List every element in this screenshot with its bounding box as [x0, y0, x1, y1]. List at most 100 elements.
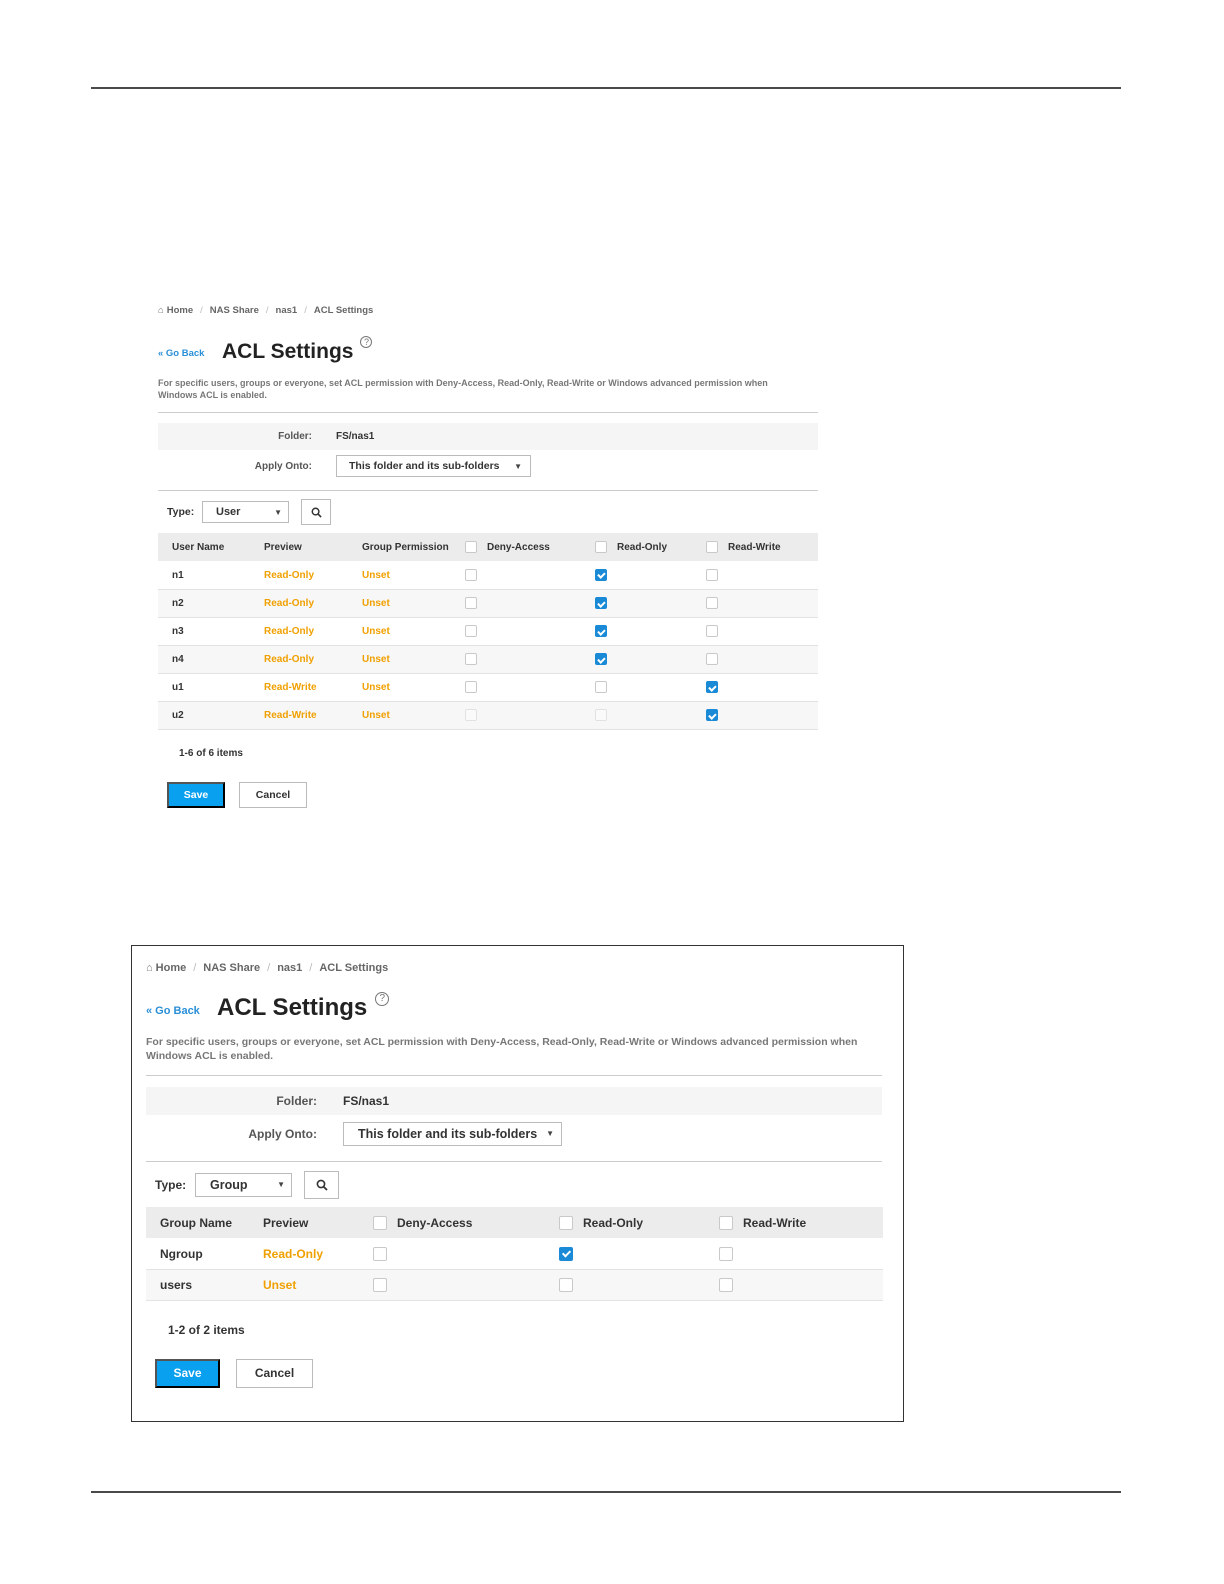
divider	[146, 1161, 882, 1163]
deny-access-cell	[451, 589, 581, 618]
breadcrumb-nas-share[interactable]: NAS Share	[203, 962, 260, 974]
col-user-name[interactable]: User Name	[158, 533, 250, 562]
cancel-button[interactable]: Cancel	[239, 781, 307, 808]
read-write-select-all-checkbox[interactable]	[719, 1216, 733, 1231]
page-bottom-rule	[91, 1491, 1121, 1493]
col-read-write-label: Read-Write	[743, 1216, 807, 1231]
type-filter-row: Type: User ▼	[158, 499, 818, 526]
deny-access-checkbox[interactable]	[373, 1246, 387, 1261]
read-write-cell	[692, 589, 818, 618]
group-permission-cell: Unset	[348, 645, 451, 674]
breadcrumb-home[interactable]: Home	[156, 962, 187, 974]
table-row: n1 Read-Only Unset	[158, 561, 818, 590]
breadcrumb-nas1[interactable]: nas1	[276, 305, 298, 316]
search-button[interactable]	[301, 499, 331, 526]
read-write-checkbox[interactable]	[706, 569, 718, 582]
read-only-checkbox[interactable]	[559, 1278, 573, 1293]
deny-access-checkbox[interactable]	[465, 569, 477, 582]
title-row: « Go Back ACL Settings ?	[146, 992, 882, 1022]
breadcrumb-nas-share[interactable]: NAS Share	[210, 305, 259, 316]
read-only-checkbox[interactable]	[595, 625, 607, 638]
read-write-select-all-checkbox[interactable]	[706, 541, 718, 554]
read-write-checkbox[interactable]	[719, 1246, 733, 1261]
read-only-cell	[581, 673, 692, 702]
read-only-select-all-checkbox[interactable]	[559, 1216, 573, 1231]
page-description: For specific users, groups or everyone, …	[146, 1036, 858, 1062]
col-group-name[interactable]: Group Name	[146, 1207, 249, 1239]
type-label: Type:	[155, 1177, 187, 1192]
search-button[interactable]	[304, 1170, 339, 1199]
title-row: « Go Back ACL Settings ?	[158, 336, 818, 364]
divider	[158, 412, 818, 414]
save-button[interactable]: Save	[167, 781, 225, 808]
folder-label: Folder:	[278, 431, 312, 443]
breadcrumb-separator: /	[200, 304, 203, 316]
deny-access-checkbox[interactable]	[465, 653, 477, 666]
page-top-rule	[91, 87, 1121, 89]
caret-down-icon: ▼	[277, 1180, 285, 1190]
type-select[interactable]: User ▼	[202, 501, 289, 524]
save-button[interactable]: Save	[155, 1358, 220, 1388]
go-back-link[interactable]: « Go Back	[158, 348, 222, 359]
type-value: Group	[210, 1177, 248, 1192]
col-read-write-label: Read-Write	[728, 541, 781, 553]
deny-access-checkbox[interactable]	[465, 709, 477, 722]
table-row: n4 Read-Only Unset	[158, 645, 818, 674]
deny-access-cell	[451, 645, 581, 674]
read-write-cell	[692, 561, 818, 590]
read-write-checkbox[interactable]	[706, 597, 718, 610]
user-name-cell: n2	[158, 589, 250, 618]
preview-cell: Read-Write	[250, 673, 348, 702]
read-only-checkbox[interactable]	[595, 681, 607, 694]
read-write-checkbox[interactable]	[706, 653, 718, 666]
folder-value: FS/nas1	[336, 431, 375, 443]
read-only-cell	[581, 589, 692, 618]
read-write-checkbox[interactable]	[706, 709, 718, 722]
col-preview[interactable]: Preview	[249, 1207, 359, 1239]
breadcrumb-nas1[interactable]: nas1	[277, 962, 302, 974]
deny-access-checkbox[interactable]	[465, 597, 477, 610]
preview-cell: Read-Only	[250, 589, 348, 618]
read-only-select-all-checkbox[interactable]	[595, 541, 607, 554]
user-name-cell: u1	[158, 673, 250, 702]
read-only-checkbox[interactable]	[595, 597, 607, 610]
cancel-button[interactable]: Cancel	[236, 1358, 313, 1388]
type-select[interactable]: Group ▼	[195, 1172, 292, 1197]
form-actions: Save Cancel	[167, 781, 818, 808]
col-group-permission[interactable]: Group Permission	[348, 533, 451, 562]
deny-access-select-all-checkbox[interactable]	[373, 1216, 387, 1231]
read-only-cell	[581, 561, 692, 590]
type-label: Type:	[167, 506, 195, 519]
table-header-row: Group Name Preview Deny-Access Read-Only…	[146, 1207, 883, 1239]
help-circle-icon[interactable]: ?	[360, 336, 373, 348]
deny-access-checkbox[interactable]	[465, 625, 477, 638]
group-name-cell: Ngroup	[146, 1238, 249, 1270]
read-only-checkbox[interactable]	[595, 709, 607, 722]
deny-access-checkbox[interactable]	[465, 681, 477, 694]
read-only-checkbox[interactable]	[595, 569, 607, 582]
col-preview[interactable]: Preview	[250, 533, 348, 562]
acl-group-table: Group Name Preview Deny-Access Read-Only…	[146, 1207, 883, 1301]
apply-onto-select[interactable]: This folder and its sub-folders ▼	[336, 455, 531, 478]
go-back-link[interactable]: « Go Back	[146, 1005, 217, 1017]
breadcrumb-home[interactable]: Home	[167, 305, 193, 316]
read-only-checkbox[interactable]	[595, 653, 607, 666]
caret-down-icon: ▼	[546, 1129, 554, 1139]
help-circle-icon[interactable]: ?	[375, 992, 390, 1006]
read-only-checkbox[interactable]	[559, 1246, 573, 1261]
deny-access-checkbox[interactable]	[373, 1278, 387, 1293]
deny-access-select-all-checkbox[interactable]	[465, 541, 477, 554]
read-write-checkbox[interactable]	[706, 681, 718, 694]
read-write-cell	[705, 1238, 883, 1270]
preview-cell: Read-Only	[250, 645, 348, 674]
col-read-only: Read-Only	[581, 533, 692, 562]
read-write-checkbox[interactable]	[719, 1278, 733, 1293]
type-value: User	[216, 506, 241, 519]
page-title: ACL Settings	[222, 340, 354, 363]
read-only-cell	[581, 645, 692, 674]
read-write-checkbox[interactable]	[706, 625, 718, 638]
group-permission-cell: Unset	[348, 617, 451, 646]
read-only-cell	[581, 617, 692, 646]
apply-onto-select[interactable]: This folder and its sub-folders ▼	[343, 1121, 562, 1146]
col-deny-access: Deny-Access	[359, 1207, 545, 1239]
